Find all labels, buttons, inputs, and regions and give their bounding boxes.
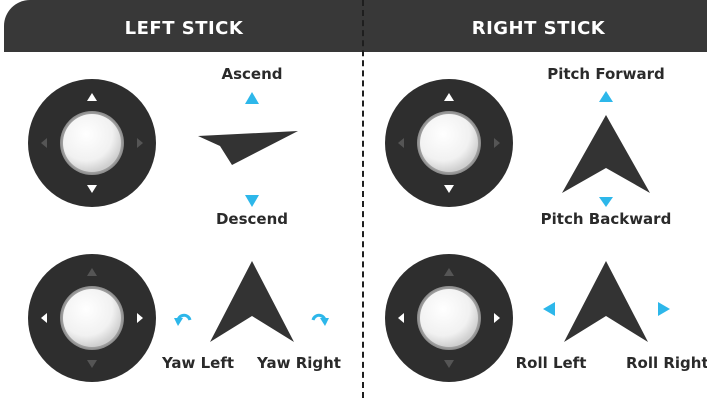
yaw-left-label: Yaw Left (161, 354, 235, 372)
rotate-ccw-icon (174, 313, 192, 326)
joystick-pad-icon (28, 254, 156, 382)
drone-arrow-icon (564, 261, 648, 342)
yaw-right-label: Yaw Right (257, 354, 341, 372)
roll-left-indicator-icon (543, 302, 555, 316)
ascend-label: Ascend (221, 65, 283, 83)
drone-arrow-icon (210, 261, 294, 342)
joystick-pad-icon (385, 79, 513, 207)
drone-arrow-icon (562, 115, 650, 193)
joystick-pad-icon (28, 79, 156, 207)
pitch-backward-label: Pitch Backward (540, 210, 672, 228)
ascend-indicator-icon (245, 92, 259, 104)
diagram-graphics (28, 79, 670, 382)
descend-indicator-icon (245, 195, 259, 207)
rotate-cw-icon (311, 313, 329, 326)
pitch-forward-label: Pitch Forward (547, 65, 665, 83)
pitch-forward-indicator-icon (599, 91, 613, 102)
pitch-backward-indicator-icon (599, 197, 613, 207)
drone-side-view-icon (198, 131, 298, 165)
roll-right-label: Roll Right (626, 354, 707, 372)
roll-right-indicator-icon (658, 302, 670, 316)
joystick-pad-icon (385, 254, 513, 382)
controls-diagram: LEFT STICK RIGHT STICK Ascend Descend Ya… (0, 0, 707, 398)
descend-label: Descend (215, 210, 289, 228)
roll-left-label: Roll Left (515, 354, 587, 372)
